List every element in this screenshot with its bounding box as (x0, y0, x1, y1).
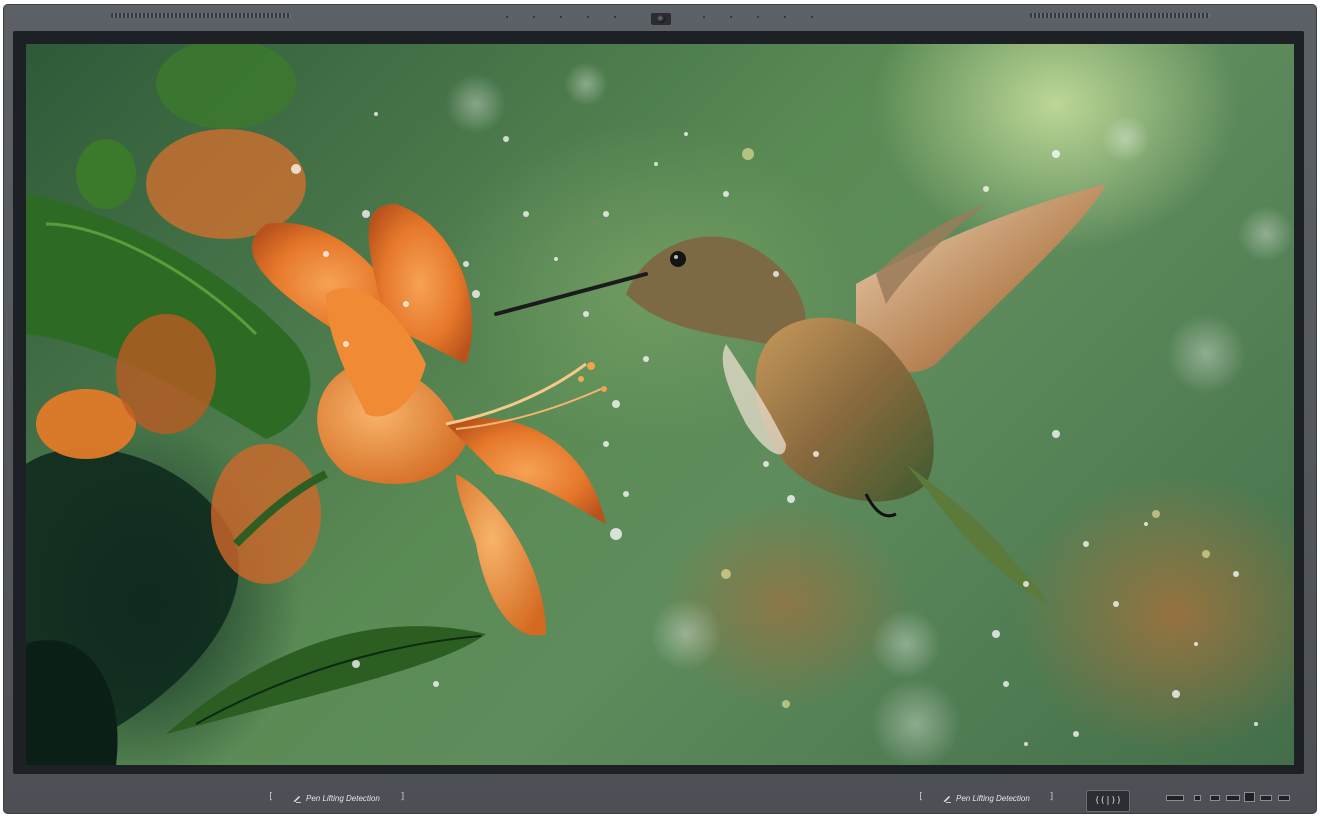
sensor-dot (614, 16, 616, 18)
sensor-dot (587, 16, 589, 18)
hummingbird-wallpaper (26, 44, 1294, 765)
speaker-grille-right (1030, 13, 1210, 18)
pen-icon (293, 796, 301, 803)
front-ports (1166, 792, 1296, 806)
audio-port[interactable] (1194, 795, 1201, 801)
bracket-left: [ (918, 792, 924, 802)
sensor-dot (703, 16, 705, 18)
pen-lifting-detection-button-left[interactable]: Pen Lifting Detection (292, 789, 380, 807)
bracket-right: ] (400, 792, 406, 802)
bracket-left: [ (268, 792, 274, 802)
nfc-label: ((|)) (1094, 796, 1122, 806)
sensor-dot (784, 16, 786, 18)
sensor-dot (533, 16, 535, 18)
usb-port[interactable] (1210, 795, 1220, 801)
usb-c-port[interactable] (1244, 792, 1255, 802)
pen-lifting-detection-label: Pen Lifting Detection (306, 793, 380, 803)
bracket-right: ] (1049, 792, 1055, 802)
usb-port[interactable] (1166, 795, 1184, 801)
hdmi-port[interactable] (1226, 795, 1240, 801)
nfc-icon[interactable]: ((|)) (1086, 790, 1130, 812)
sensor-dot (811, 16, 813, 18)
pen-icon (943, 796, 951, 803)
sensor-dot (730, 16, 732, 18)
display-screen[interactable] (26, 44, 1294, 765)
sensor-dot (506, 16, 508, 18)
camera-icon (651, 13, 671, 25)
sensor-dot (560, 16, 562, 18)
speaker-grille-left (111, 13, 291, 18)
top-bezel (3, 4, 1317, 34)
pen-lifting-detection-button-right[interactable]: Pen Lifting Detection (942, 789, 1030, 807)
usb-port[interactable] (1278, 795, 1290, 801)
sensor-dot (757, 16, 759, 18)
pen-lifting-detection-label: Pen Lifting Detection (956, 793, 1030, 803)
usb-port[interactable] (1260, 795, 1272, 801)
